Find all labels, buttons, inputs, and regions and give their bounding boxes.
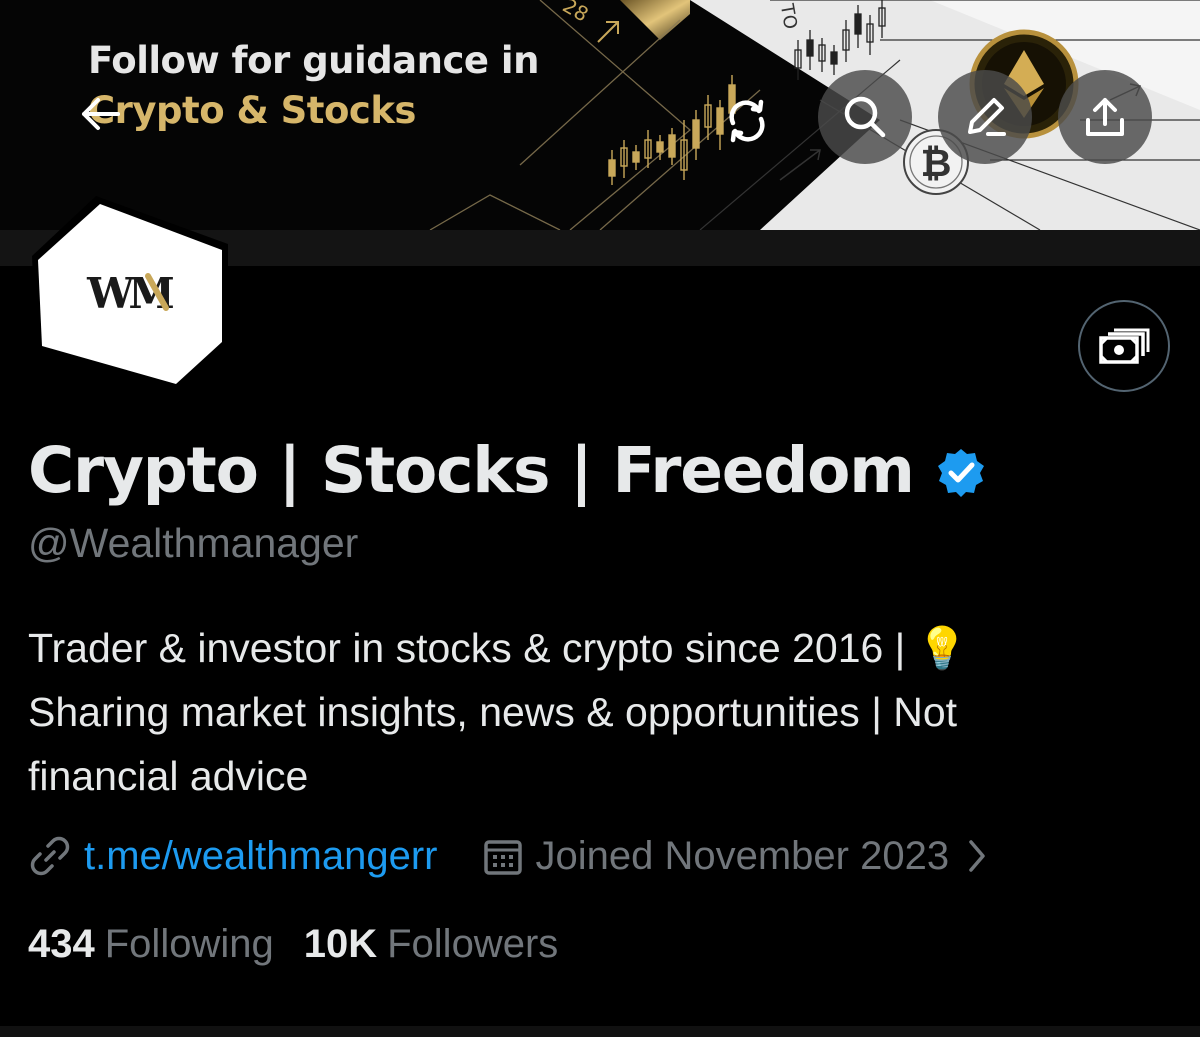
following-stat[interactable]: 434 Following <box>28 922 274 967</box>
refresh-button[interactable] <box>712 86 782 156</box>
profile-avatar[interactable]: WM <box>26 196 228 392</box>
svg-text:28: 28 <box>559 0 593 27</box>
bio-line: financial advice <box>28 753 309 799</box>
cut-off-content <box>0 1026 1200 1037</box>
website-link[interactable]: t.me/wealthmangerr <box>84 834 437 879</box>
banner-headline: Follow for guidance in Crypto & Stocks <box>88 36 539 136</box>
svg-text:TO: TO <box>776 1 801 30</box>
search-button[interactable] <box>818 70 912 164</box>
back-button[interactable] <box>72 86 128 142</box>
search-icon <box>844 96 886 138</box>
banner-line-2: Crypto & Stocks <box>88 89 416 132</box>
joined-date[interactable]: Joined November 2023 <box>483 834 991 879</box>
profile-bio: Trader & investor in stocks & crypto sin… <box>28 616 1168 808</box>
following-count: 434 <box>28 921 95 966</box>
display-name-row: Crypto | Stocks | Freedom <box>28 430 986 510</box>
share-button[interactable] <box>1058 70 1152 164</box>
edit-icon <box>968 98 1006 136</box>
calendar-icon <box>484 840 523 875</box>
profile-meta-row: t.me/wealthmangerr Joined November 2023 <box>28 828 991 884</box>
username-handle: @Wealthmanager <box>28 520 359 566</box>
money-icon <box>1099 328 1150 364</box>
bio-line: Sharing market insights, news & opportun… <box>28 689 958 735</box>
svg-text:₿: ₿ <box>921 141 952 185</box>
followers-label: Followers <box>387 921 559 966</box>
follow-stats: 434 Following 10K Followers <box>28 916 558 972</box>
verified-badge-icon[interactable] <box>936 447 986 497</box>
edit-button[interactable] <box>938 70 1032 164</box>
followers-count: 10K <box>303 921 378 966</box>
link-icon <box>30 836 70 876</box>
share-icon <box>1086 98 1124 136</box>
bio-line: Trader & investor in stocks & crypto sin… <box>28 625 968 671</box>
banner-line-1: Follow for guidance in <box>88 39 539 82</box>
chevron-right-icon <box>969 840 985 872</box>
joined-text: Joined November 2023 <box>535 833 950 878</box>
following-label: Following <box>104 921 274 966</box>
followers-stat[interactable]: 10K Followers <box>304 922 559 967</box>
refresh-icon <box>729 99 765 143</box>
tip-money-button[interactable] <box>1078 300 1170 392</box>
arrow-left-icon <box>82 98 120 130</box>
display-name: Crypto | Stocks | Freedom <box>28 433 915 507</box>
